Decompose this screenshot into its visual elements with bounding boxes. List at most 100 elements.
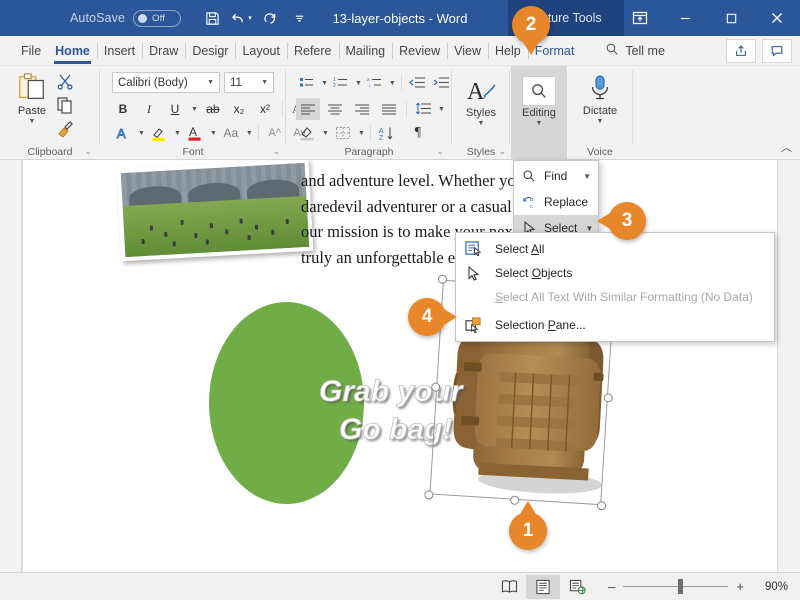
- customize-qat-icon[interactable]: [286, 6, 312, 30]
- tab-draw[interactable]: Draw: [142, 36, 185, 66]
- change-case-button[interactable]: Aa: [220, 122, 242, 144]
- maximize-button[interactable]: [708, 0, 754, 36]
- align-left-icon[interactable]: [296, 98, 320, 120]
- menu-item-find[interactable]: Find ▼: [514, 163, 598, 189]
- increase-indent-icon[interactable]: [431, 72, 453, 94]
- highlight-icon[interactable]: [148, 122, 170, 144]
- resize-handle-middle-right[interactable]: [603, 392, 614, 403]
- paste-dropdown-caret[interactable]: ▼: [29, 118, 36, 125]
- align-right-icon[interactable]: [350, 98, 374, 120]
- numbering-icon[interactable]: 12: [330, 72, 352, 94]
- menu-item-replace[interactable]: bc Replace: [514, 189, 598, 215]
- tab-home[interactable]: Home: [48, 36, 97, 66]
- underline-button[interactable]: U: [164, 98, 186, 120]
- highlight-caret[interactable]: ▼: [174, 130, 181, 137]
- resize-handle-bottom-left[interactable]: [424, 490, 434, 500]
- undo-icon[interactable]: ▾: [228, 6, 254, 30]
- chevron-down-icon[interactable]: ▼: [583, 172, 591, 181]
- editing-button[interactable]: Editing ▼: [511, 76, 567, 127]
- clipboard-dialog-launcher[interactable]: ⌄: [84, 146, 92, 157]
- tab-file[interactable]: File: [14, 36, 48, 66]
- font-size-combobox[interactable]: 11 ▼: [224, 72, 274, 93]
- text-effects-icon[interactable]: A: [112, 122, 134, 144]
- styles-button[interactable]: A Styles ▼: [459, 76, 503, 127]
- redo-icon[interactable]: [257, 6, 283, 30]
- sort-icon[interactable]: AZ: [376, 122, 398, 144]
- tab-insert[interactable]: Insert: [96, 36, 142, 66]
- subscript-button[interactable]: x₂: [228, 98, 250, 120]
- numbering-caret[interactable]: ▼: [355, 80, 362, 87]
- tab-design[interactable]: Desigr: [185, 36, 235, 66]
- dictate-button[interactable]: Dictate ▼: [578, 74, 622, 125]
- align-center-icon[interactable]: [323, 98, 347, 120]
- underline-dropdown-caret[interactable]: ▼: [191, 106, 198, 113]
- minimize-button[interactable]: [662, 0, 708, 36]
- ribbon-display-options-icon[interactable]: [618, 0, 662, 36]
- strikethrough-button[interactable]: ab: [202, 98, 224, 120]
- zoom-thumb[interactable]: [678, 579, 684, 594]
- print-layout-icon[interactable]: [526, 574, 561, 599]
- save-icon[interactable]: [199, 6, 225, 30]
- chevron-down-icon: ▼: [261, 79, 268, 86]
- change-case-caret[interactable]: ▼: [246, 130, 253, 137]
- font-dialog-launcher[interactable]: ⌄: [272, 146, 280, 157]
- web-layout-icon[interactable]: [560, 575, 594, 599]
- decrease-indent-icon[interactable]: [407, 72, 429, 94]
- ribbon-group-editing[interactable]: Editing ▼ Editing: [511, 66, 567, 160]
- zoom-out-button[interactable]: –: [608, 579, 615, 594]
- font-color-caret[interactable]: ▼: [210, 130, 217, 137]
- tab-view[interactable]: View: [447, 36, 488, 66]
- paragraph-dialog-launcher[interactable]: ⌄: [436, 146, 444, 157]
- autosave-toggle[interactable]: Off: [133, 9, 182, 27]
- tell-me-search[interactable]: Tell me: [605, 42, 665, 59]
- zoom-slider[interactable]: – +: [608, 579, 744, 594]
- dictate-dropdown-caret[interactable]: ▼: [597, 118, 604, 125]
- borders-caret[interactable]: ▼: [358, 130, 365, 137]
- comments-icon[interactable]: [762, 38, 792, 63]
- menu-item-select-all[interactable]: Select All: [456, 237, 774, 261]
- copy-button[interactable]: [56, 96, 74, 119]
- editing-dropdown-caret[interactable]: ▼: [511, 120, 567, 127]
- styles-dropdown-caret[interactable]: ▼: [478, 120, 485, 127]
- font-color-icon[interactable]: A: [184, 122, 206, 144]
- read-mode-icon[interactable]: [492, 575, 526, 599]
- menu-item-selection-pane[interactable]: Selection Pane...: [456, 313, 774, 337]
- format-painter-button[interactable]: [56, 120, 74, 143]
- shading-caret[interactable]: ▼: [322, 130, 329, 137]
- share-icon[interactable]: [726, 38, 756, 63]
- styles-dialog-launcher[interactable]: ⌄: [498, 146, 506, 157]
- font-name-combobox[interactable]: Calibri (Body) ▼: [112, 72, 220, 93]
- italic-button[interactable]: I: [138, 98, 160, 120]
- tab-references[interactable]: Refere: [286, 36, 339, 66]
- paste-button[interactable]: Paste ▼: [10, 72, 54, 125]
- shading-icon[interactable]: [296, 122, 318, 144]
- line-spacing-icon[interactable]: [412, 98, 434, 120]
- riverside-park-photo[interactable]: [116, 160, 314, 262]
- line-spacing-caret[interactable]: ▼: [438, 106, 445, 113]
- tab-layout[interactable]: Layout: [235, 36, 287, 66]
- zoom-level[interactable]: 90%: [754, 581, 788, 593]
- zoom-in-button[interactable]: +: [736, 579, 744, 594]
- document-page[interactable]: and adventure level. Whether you're a da…: [22, 160, 778, 572]
- grow-font-button[interactable]: A^: [264, 122, 286, 144]
- show-formatting-marks-icon[interactable]: ¶: [407, 122, 429, 144]
- multilevel-list-icon[interactable]: ai: [364, 72, 386, 94]
- resize-handle-middle-left[interactable]: [430, 381, 441, 392]
- bullets-caret[interactable]: ▼: [321, 80, 328, 87]
- borders-icon[interactable]: [332, 122, 354, 144]
- zoom-track[interactable]: [623, 579, 729, 594]
- justify-icon[interactable]: [377, 98, 401, 120]
- superscript-button[interactable]: x²: [254, 98, 276, 120]
- menu-item-select-objects[interactable]: Select Objects: [456, 261, 774, 285]
- resize-handle-bottom-center[interactable]: [509, 495, 520, 506]
- cut-button[interactable]: [56, 72, 74, 95]
- text-effects-caret[interactable]: ▼: [138, 130, 145, 137]
- multilevel-caret[interactable]: ▼: [389, 80, 396, 87]
- tab-review[interactable]: Review: [392, 36, 447, 66]
- resize-handle-bottom-right[interactable]: [596, 500, 607, 511]
- bold-button[interactable]: B: [112, 98, 134, 120]
- bullets-icon[interactable]: [296, 72, 318, 94]
- tab-mailings[interactable]: Mailing: [338, 36, 393, 66]
- collapse-ribbon-icon[interactable]: ︿: [781, 139, 792, 155]
- close-button[interactable]: [754, 0, 800, 36]
